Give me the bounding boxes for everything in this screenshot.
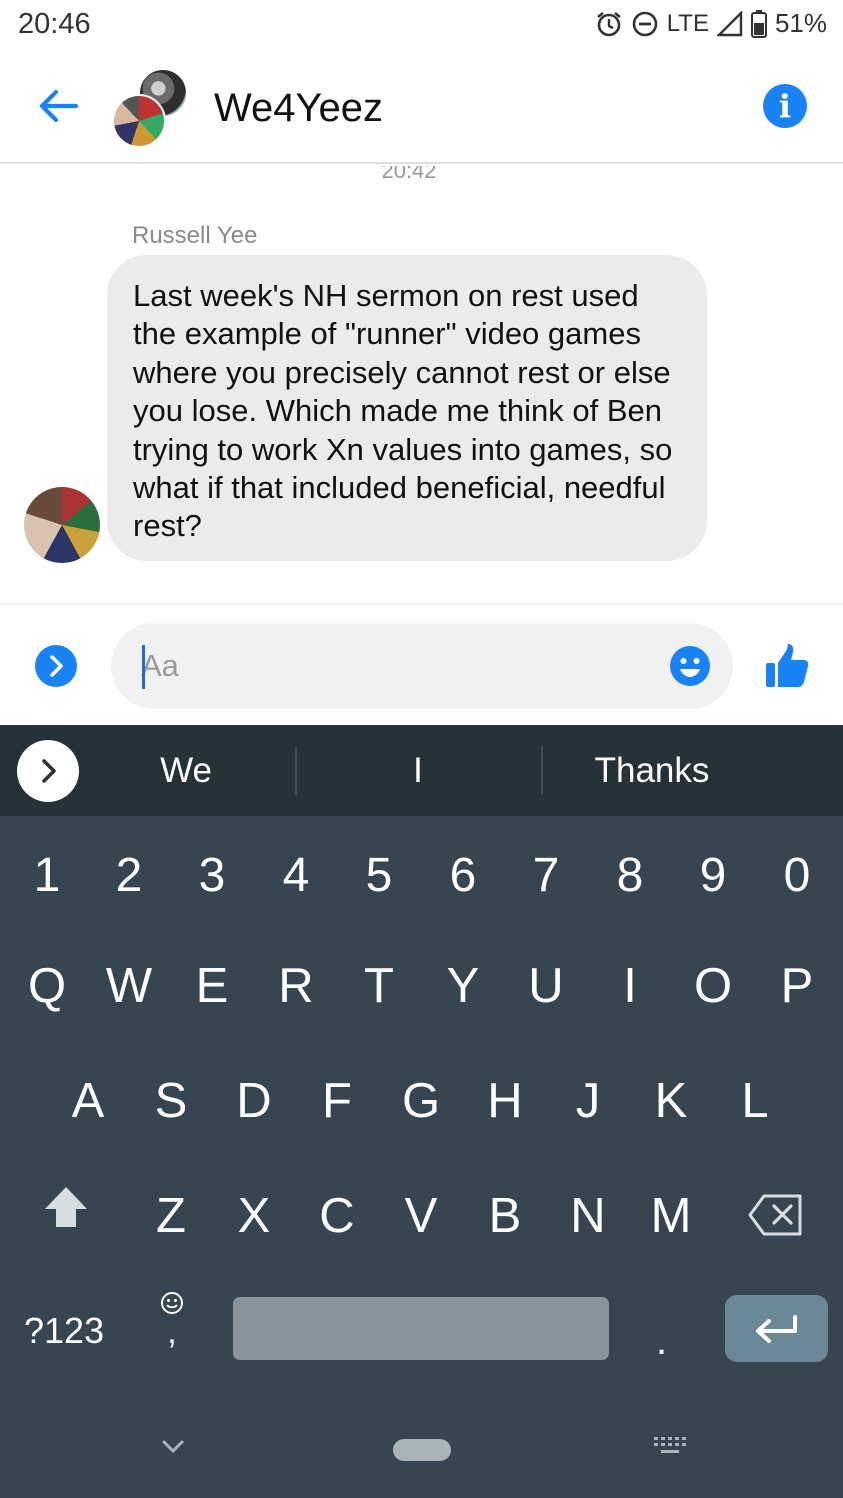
comma-label: ,: [167, 1313, 177, 1351]
message-timestamp: 20:42: [381, 166, 437, 183]
key-c[interactable]: C: [307, 1188, 367, 1244]
emoji-icon: [161, 1292, 183, 1314]
info-icon: i: [778, 87, 792, 125]
key-q[interactable]: Q: [17, 958, 77, 1014]
key-7[interactable]: 7: [516, 848, 576, 903]
like-button[interactable]: [764, 643, 810, 689]
text-caret: [142, 645, 145, 689]
suggestion-item[interactable]: Thanks: [582, 751, 722, 791]
hide-keyboard-icon[interactable]: [160, 1437, 186, 1457]
enter-icon: [756, 1315, 797, 1343]
alarm-icon: [596, 11, 621, 36]
key-3[interactable]: 3: [182, 848, 242, 903]
member-avatar: [112, 94, 166, 148]
key-s[interactable]: S: [141, 1073, 201, 1129]
group-avatar[interactable]: [112, 68, 192, 148]
key-z[interactable]: Z: [141, 1188, 201, 1244]
backspace-icon: [748, 1194, 802, 1236]
home-button[interactable]: [393, 1439, 451, 1461]
back-button[interactable]: [34, 82, 82, 130]
key-6[interactable]: 6: [433, 848, 493, 903]
key-o[interactable]: O: [683, 958, 743, 1014]
space-key[interactable]: [233, 1297, 609, 1360]
key-a[interactable]: A: [58, 1073, 118, 1129]
suggestion-bar: We I Thanks: [0, 725, 843, 816]
key-j[interactable]: J: [558, 1073, 618, 1129]
thumbs-up-icon: [766, 644, 809, 687]
navigation-bar: [0, 1415, 843, 1498]
sender-name: Russell Yee: [132, 222, 258, 249]
key-4[interactable]: 4: [266, 848, 326, 903]
suggestion-item[interactable]: I: [368, 751, 468, 791]
key-9[interactable]: 9: [683, 848, 743, 903]
chevron-right-icon: [50, 655, 63, 677]
info-button[interactable]: i: [763, 84, 807, 128]
expand-actions-button[interactable]: [35, 645, 77, 687]
message-text: Last week's NH sermon on rest used the e…: [133, 278, 673, 544]
message-list: 20:42 Russell Yee Last week's NH sermon …: [0, 166, 843, 602]
suggestion-divider: [295, 747, 297, 795]
message-input-container[interactable]: [111, 623, 733, 709]
symbols-key[interactable]: ?123: [24, 1310, 104, 1352]
shift-icon: [45, 1187, 87, 1227]
key-8[interactable]: 8: [600, 848, 660, 903]
key-2[interactable]: 2: [99, 848, 159, 903]
key-v[interactable]: V: [391, 1188, 451, 1244]
suggestion-divider: [541, 747, 543, 795]
key-i[interactable]: I: [600, 958, 660, 1014]
key-p[interactable]: P: [767, 958, 827, 1014]
key-x[interactable]: X: [224, 1188, 284, 1244]
arrow-left-icon: [39, 89, 79, 123]
do-not-disturb-icon: [632, 11, 658, 36]
key-e[interactable]: E: [182, 958, 242, 1014]
comma-key[interactable]: ,: [150, 1291, 194, 1371]
key-r[interactable]: R: [266, 958, 326, 1014]
key-y[interactable]: Y: [433, 958, 493, 1014]
suggestion-expand-button[interactable]: [17, 740, 79, 802]
backspace-key[interactable]: [745, 1193, 807, 1249]
key-k[interactable]: K: [641, 1073, 701, 1129]
signal-icon: [716, 10, 743, 36]
key-l[interactable]: L: [725, 1073, 785, 1129]
network-type: LTE: [666, 9, 709, 37]
emoji-icon: [670, 646, 710, 686]
key-t[interactable]: T: [349, 958, 409, 1014]
message-bubble[interactable]: Last week's NH sermon on rest used the e…: [107, 255, 707, 561]
chat-header: We4Yeez i: [0, 52, 843, 164]
key-1[interactable]: 1: [17, 848, 77, 903]
status-time: 20:46: [18, 8, 91, 40]
key-m[interactable]: M: [641, 1188, 701, 1244]
key-f[interactable]: F: [307, 1073, 367, 1129]
keyboard-switch-icon[interactable]: [653, 1435, 687, 1459]
chevron-right-icon: [42, 759, 56, 783]
message-composer: [0, 603, 843, 725]
emoji-button[interactable]: [669, 645, 711, 687]
keyboard: We I Thanks 1 2 3 4 5 6 7 8 9 0 Q W E R …: [0, 725, 843, 1498]
status-bar: 20:46 LTE 51%: [0, 0, 843, 52]
key-h[interactable]: H: [475, 1073, 535, 1129]
status-icons: LTE 51%: [595, 8, 827, 39]
message-input[interactable]: [141, 643, 661, 689]
period-key[interactable]: .: [656, 1319, 667, 1364]
key-5[interactable]: 5: [349, 848, 409, 903]
key-g[interactable]: G: [391, 1073, 451, 1129]
chat-title[interactable]: We4Yeez: [214, 86, 383, 131]
suggestion-item[interactable]: We: [136, 751, 236, 791]
battery-level: 51%: [774, 8, 827, 38]
key-d[interactable]: D: [224, 1073, 284, 1129]
key-u[interactable]: U: [516, 958, 576, 1014]
key-b[interactable]: B: [475, 1188, 535, 1244]
key-n[interactable]: N: [558, 1188, 618, 1244]
battery-icon: [750, 9, 767, 38]
sender-avatar[interactable]: [24, 487, 100, 563]
key-w[interactable]: W: [99, 958, 159, 1014]
enter-key[interactable]: [725, 1295, 828, 1362]
shift-key[interactable]: [36, 1185, 96, 1241]
key-0[interactable]: 0: [767, 848, 827, 903]
